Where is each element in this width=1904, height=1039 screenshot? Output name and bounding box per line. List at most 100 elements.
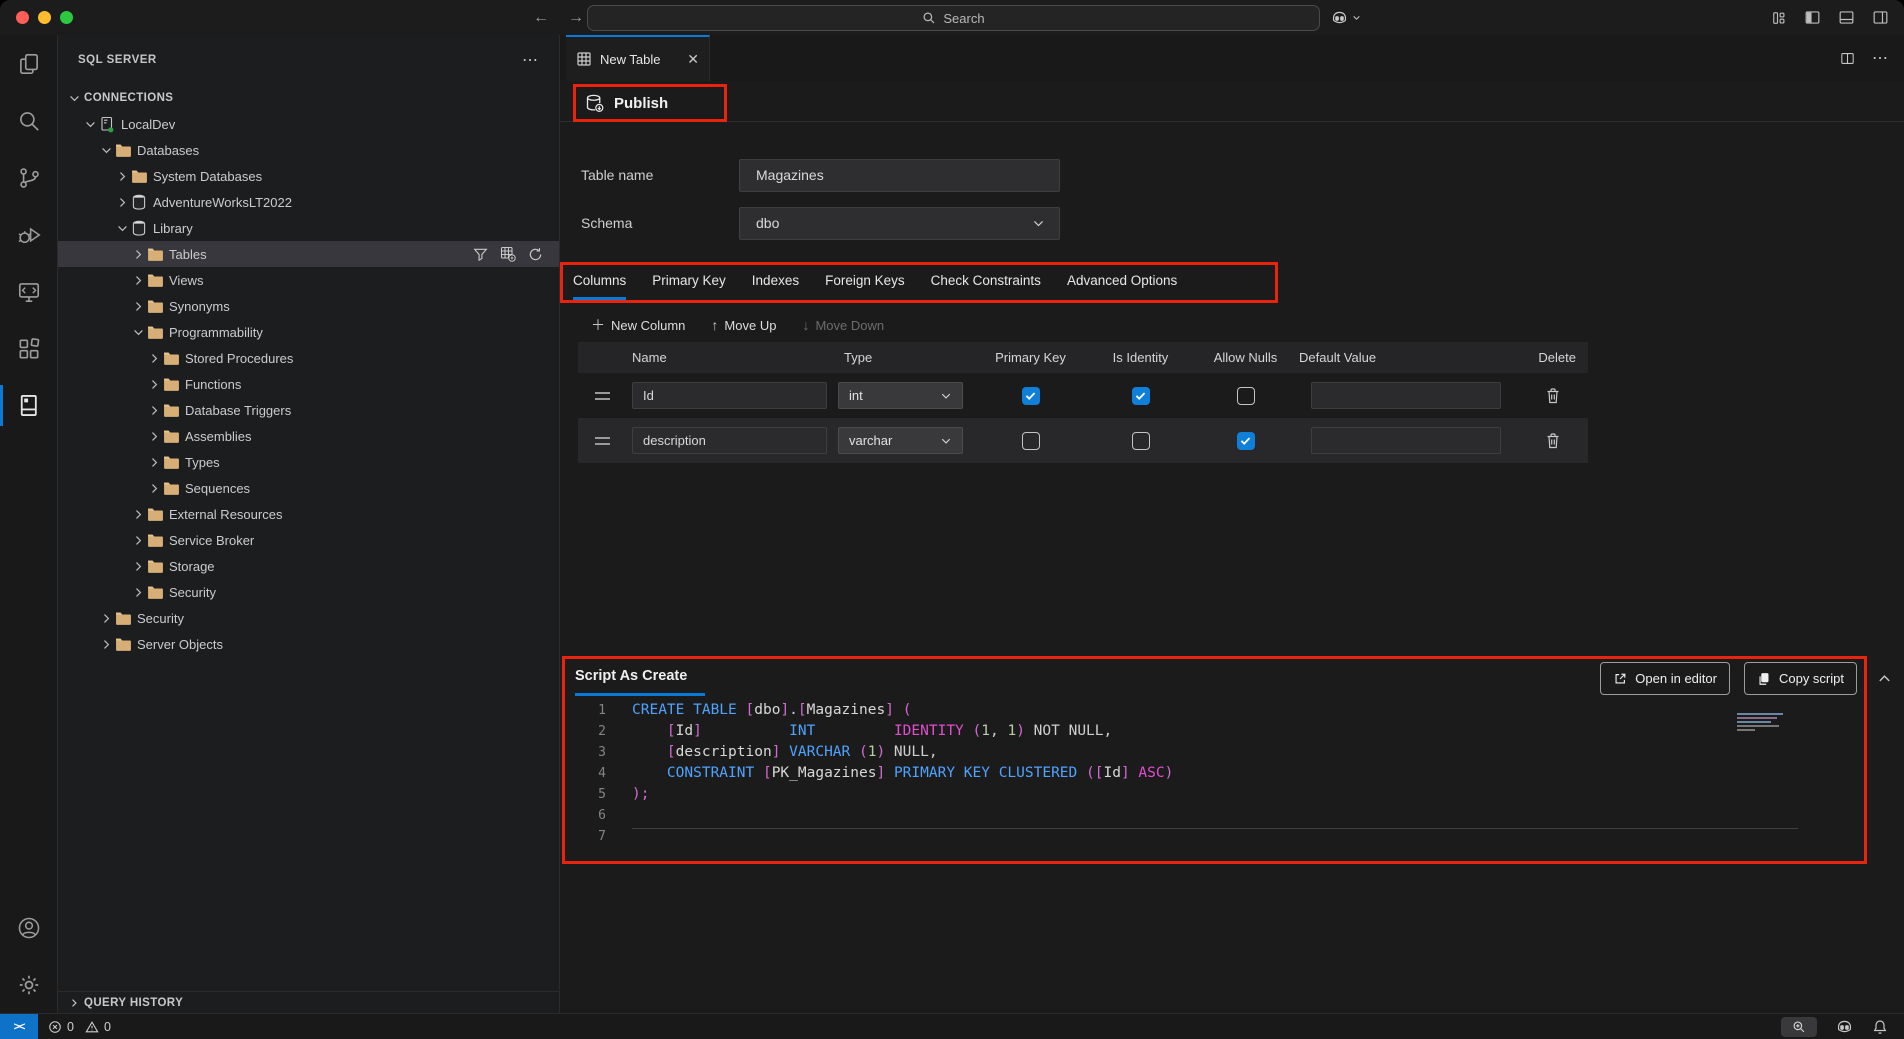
column-row-description: description varchar xyxy=(578,418,1588,463)
tree-item-storage[interactable]: Storage xyxy=(58,553,559,579)
close-tab-icon[interactable]: ✕ xyxy=(687,51,699,68)
tree-item-adventureworkslt2022[interactable]: AdventureWorksLT2022 xyxy=(58,189,559,215)
allow-nulls-checkbox[interactable] xyxy=(1237,387,1255,405)
collapse-panel-icon[interactable] xyxy=(1877,671,1892,686)
tab-new-table[interactable]: New Table ✕ xyxy=(566,35,710,81)
tree-item-server-objects[interactable]: Server Objects xyxy=(58,631,559,657)
is-identity-checkbox[interactable] xyxy=(1132,387,1150,405)
copilot-status-icon[interactable] xyxy=(1835,1017,1854,1036)
default-value-input[interactable] xyxy=(1311,382,1501,409)
tree-item-system-databases[interactable]: System Databases xyxy=(58,163,559,189)
folder-icon xyxy=(163,481,184,496)
tree-item-views[interactable]: Views xyxy=(58,267,559,293)
activity-item-files[interactable] xyxy=(0,35,57,92)
problems-status[interactable]: 0 0 xyxy=(48,1020,111,1034)
more-actions-icon[interactable]: ⋯ xyxy=(522,50,539,70)
zoom-window-button[interactable] xyxy=(60,11,73,24)
type-cell: int xyxy=(838,382,978,409)
customize-layout-icon[interactable] xyxy=(1770,9,1788,27)
primary-key-checkbox[interactable] xyxy=(1022,432,1040,450)
table-name-input[interactable]: Magazines xyxy=(739,159,1060,192)
tree-item-types[interactable]: Types xyxy=(58,449,559,475)
tree-item-label: Database Triggers xyxy=(184,403,291,418)
new-column-button[interactable]: ＋New Column xyxy=(591,315,685,335)
navigate-back-icon[interactable]: ← xyxy=(533,0,549,35)
tree-item-functions[interactable]: Functions xyxy=(58,371,559,397)
schema-select[interactable]: dbo xyxy=(739,207,1060,240)
open-in-editor-button[interactable]: Open in editor xyxy=(1600,662,1730,695)
tree-item-external-resources[interactable]: External Resources xyxy=(58,501,559,527)
copilot-menu[interactable] xyxy=(1330,0,1361,35)
activity-item-source-control[interactable] xyxy=(0,149,57,206)
activity-item-search[interactable] xyxy=(0,92,57,149)
chevron-down-icon xyxy=(98,144,115,157)
trash-icon[interactable] xyxy=(1545,387,1561,405)
chevron-down-icon xyxy=(130,326,147,339)
activity-item-sql-server[interactable] xyxy=(0,377,57,434)
move-down-button[interactable]: ↓Move Down xyxy=(802,317,884,333)
tree-item-tables[interactable]: Tables xyxy=(58,241,559,267)
navigate-forward-icon[interactable]: → xyxy=(568,0,584,35)
is-identity-checkbox[interactable] xyxy=(1132,432,1150,450)
filter-icon[interactable] xyxy=(473,246,488,262)
folder-icon xyxy=(147,273,168,288)
publish-button[interactable]: Publish xyxy=(576,87,676,119)
copy-script-button[interactable]: Copy script xyxy=(1744,662,1857,695)
activity-item-run-debug[interactable] xyxy=(0,206,57,263)
move-up-button[interactable]: ↑Move Up xyxy=(711,317,776,333)
new-table-icon[interactable] xyxy=(500,246,516,262)
trash-icon[interactable] xyxy=(1545,432,1561,450)
tree-item-assemblies[interactable]: Assemblies xyxy=(58,423,559,449)
line-text: [Id] INT IDENTITY (1, 1) NOT NULL, xyxy=(606,721,1112,742)
toggle-primary-sidebar-icon[interactable] xyxy=(1803,8,1822,27)
designer-tab-advanced-options[interactable]: Advanced Options xyxy=(1067,273,1177,300)
remote-indicator[interactable]: >< xyxy=(0,1014,38,1039)
split-editor-icon[interactable] xyxy=(1839,50,1856,67)
tree-item-programmability[interactable]: Programmability xyxy=(58,319,559,345)
column-name-input[interactable]: description xyxy=(632,427,827,454)
activity-item-account[interactable] xyxy=(0,899,57,956)
allow-nulls-checkbox[interactable] xyxy=(1237,432,1255,450)
activity-item-settings-gear[interactable] xyxy=(0,956,57,1013)
drag-handle[interactable] xyxy=(578,437,626,445)
activity-item-extensions[interactable] xyxy=(0,320,57,377)
tree-item-localdev[interactable]: LocalDev xyxy=(58,111,559,137)
command-center-search[interactable]: Search xyxy=(587,5,1320,31)
sql-code[interactable]: 1CREATE TABLE [dbo].[Magazines] (2 [Id] … xyxy=(562,700,1862,847)
tree-item-database-triggers[interactable]: Database Triggers xyxy=(58,397,559,423)
tree-item-connections[interactable]: CONNECTIONS xyxy=(58,85,559,111)
tree-item-security[interactable]: Security xyxy=(58,605,559,631)
toggle-secondary-sidebar-icon[interactable] xyxy=(1871,8,1890,27)
column-name-input[interactable]: Id xyxy=(632,382,827,409)
tree-item-sequences[interactable]: Sequences xyxy=(58,475,559,501)
tree-item-security[interactable]: Security xyxy=(58,579,559,605)
designer-tab-foreign-keys[interactable]: Foreign Keys xyxy=(825,273,905,300)
activity-item-remote-explorer[interactable] xyxy=(0,263,57,320)
zoom-status-button[interactable] xyxy=(1781,1017,1817,1037)
tree-item-databases[interactable]: Databases xyxy=(58,137,559,163)
designer-tab-indexes[interactable]: Indexes xyxy=(752,273,799,300)
tree-item-label: Sequences xyxy=(184,481,250,496)
refresh-icon[interactable] xyxy=(528,246,543,262)
column-type-select[interactable]: int xyxy=(838,382,963,409)
editor-more-actions-icon[interactable]: ⋯ xyxy=(1872,48,1888,68)
default-value-input[interactable] xyxy=(1311,427,1501,454)
designer-tab-primary-key[interactable]: Primary Key xyxy=(652,273,726,300)
tree-item-label: Databases xyxy=(136,143,199,158)
tree-item-synonyms[interactable]: Synonyms xyxy=(58,293,559,319)
column-type-select[interactable]: varchar xyxy=(838,427,963,454)
toggle-panel-icon[interactable] xyxy=(1837,8,1856,27)
settings-gear-icon xyxy=(16,972,42,998)
columns-grid-header: NameTypePrimary KeyIs IdentityAllow Null… xyxy=(578,342,1588,373)
query-history-section[interactable]: QUERY HISTORY xyxy=(58,991,559,1013)
close-window-button[interactable] xyxy=(16,11,29,24)
designer-tab-check-constraints[interactable]: Check Constraints xyxy=(931,273,1041,300)
tree-item-library[interactable]: Library xyxy=(58,215,559,241)
notifications-bell-icon[interactable] xyxy=(1872,1019,1888,1035)
drag-handle[interactable] xyxy=(578,392,626,400)
tree-item-service-broker[interactable]: Service Broker xyxy=(58,527,559,553)
designer-tab-columns[interactable]: Columns xyxy=(573,273,626,300)
primary-key-checkbox[interactable] xyxy=(1022,387,1040,405)
tree-item-stored-procedures[interactable]: Stored Procedures xyxy=(58,345,559,371)
minimize-window-button[interactable] xyxy=(38,11,51,24)
